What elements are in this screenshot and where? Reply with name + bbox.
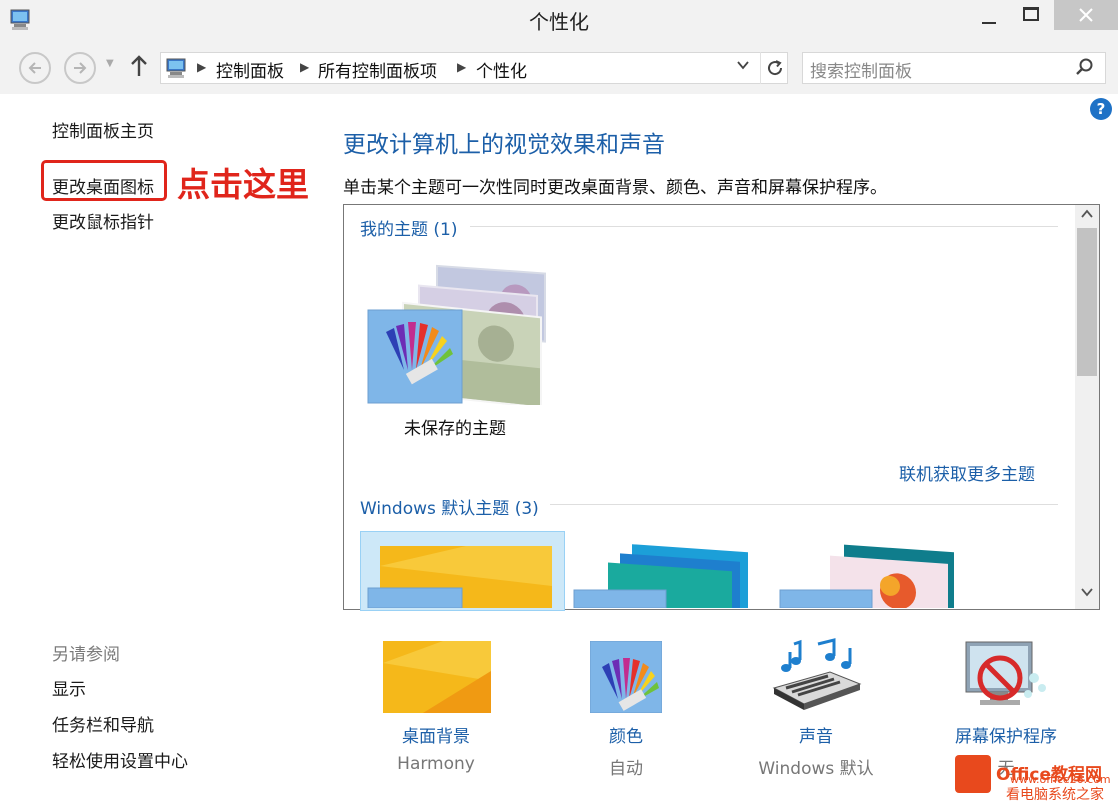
sound-icon[interactable] xyxy=(770,638,862,716)
up-button[interactable] xyxy=(130,54,148,84)
breadcrumb-personalization[interactable]: 个性化 xyxy=(476,57,527,82)
sidebar-item-home[interactable]: 控制面板主页 xyxy=(52,117,154,142)
group-windows-themes: Windows 默认主题 (3) xyxy=(360,499,539,519)
color-value: 自动 xyxy=(609,759,643,779)
sidebar-item-taskbar[interactable]: 任务栏和导航 xyxy=(52,711,154,736)
arrow-left-icon xyxy=(28,62,41,74)
search-icon[interactable] xyxy=(1075,57,1095,77)
divider xyxy=(550,504,1058,505)
close-button[interactable] xyxy=(1054,0,1118,30)
sound-value: Windows 默认 xyxy=(758,759,874,779)
sidebar-item-change-mouse-pointer[interactable]: 更改鼠标指针 xyxy=(52,208,154,233)
screensaver-link[interactable]: 屏幕保护程序 xyxy=(946,722,1066,747)
refresh-icon xyxy=(767,60,782,76)
theme-unsaved-thumbnail[interactable] xyxy=(366,260,556,405)
theme-unsaved-label[interactable]: 未保存的主题 xyxy=(404,414,506,439)
scroll-down-button[interactable] xyxy=(1075,585,1099,605)
page-description: 单击某个主题可一次性同时更改桌面背景、颜色、声音和屏幕保护程序。 xyxy=(343,178,887,198)
scroll-up-button[interactable] xyxy=(1075,207,1099,227)
refresh-button[interactable] xyxy=(760,52,788,84)
breadcrumb-separator: ▶ xyxy=(300,60,310,74)
get-more-themes-link[interactable]: 联机获取更多主题 xyxy=(899,460,1035,485)
see-also-heading: 另请参阅 xyxy=(52,645,120,665)
theme-windows-thumbnail[interactable] xyxy=(366,546,556,608)
theme-flowers-thumbnail[interactable] xyxy=(572,538,752,608)
chevron-down-icon[interactable] xyxy=(736,58,750,76)
scrollbar-thumb[interactable] xyxy=(1077,228,1097,376)
close-icon xyxy=(1079,8,1093,22)
theme-flowers-thumbnail[interactable] xyxy=(778,538,958,608)
color-palette-icon[interactable] xyxy=(590,641,662,713)
arrow-right-icon xyxy=(74,62,87,74)
control-panel-icon xyxy=(166,58,186,78)
group-my-themes: 我的主题 (1) xyxy=(360,220,458,240)
sidebar-item-ease-of-access[interactable]: 轻松使用设置中心 xyxy=(52,747,188,772)
annotation-text: 点击这里 xyxy=(177,165,309,204)
color-link[interactable]: 颜色 xyxy=(576,722,676,747)
breadcrumb-separator: ▶ xyxy=(197,60,207,74)
sidebar-item-display[interactable]: 显示 xyxy=(52,675,86,700)
search-input[interactable]: 搜索控制面板 xyxy=(810,57,912,82)
divider xyxy=(470,226,1058,227)
breadcrumb-control-panel[interactable]: 控制面板 xyxy=(216,57,284,82)
sidebar-item-change-desktop-icons[interactable]: 更改桌面图标 xyxy=(52,173,154,198)
recent-locations-dropdown[interactable]: ▼ xyxy=(106,58,114,69)
watermark-subtitle: 看电脑系统之家 xyxy=(1006,787,1104,803)
minimize-button[interactable] xyxy=(966,0,1012,32)
screensaver-icon[interactable] xyxy=(960,638,1052,716)
help-icon[interactable]: ? xyxy=(1090,98,1112,120)
breadcrumb-separator: ▶ xyxy=(457,60,467,74)
sound-link[interactable]: 声音 xyxy=(766,722,866,747)
arrow-up-icon xyxy=(131,55,147,76)
window-title: 个性化 xyxy=(529,10,589,34)
desktop-background-value: Harmony xyxy=(397,754,475,774)
breadcrumb-all-items[interactable]: 所有控制面板项 xyxy=(318,57,437,82)
desktop-background-link[interactable]: 桌面背景 xyxy=(386,722,486,747)
back-button[interactable] xyxy=(19,52,51,84)
maximize-button[interactable] xyxy=(1008,0,1054,32)
page-title: 更改计算机上的视觉效果和声音 xyxy=(343,132,665,158)
desktop-background-icon[interactable] xyxy=(383,641,491,713)
chevron-up-icon xyxy=(1081,209,1093,218)
chevron-down-icon xyxy=(1081,588,1093,597)
office-logo-icon xyxy=(955,755,991,793)
forward-button[interactable] xyxy=(64,52,96,84)
